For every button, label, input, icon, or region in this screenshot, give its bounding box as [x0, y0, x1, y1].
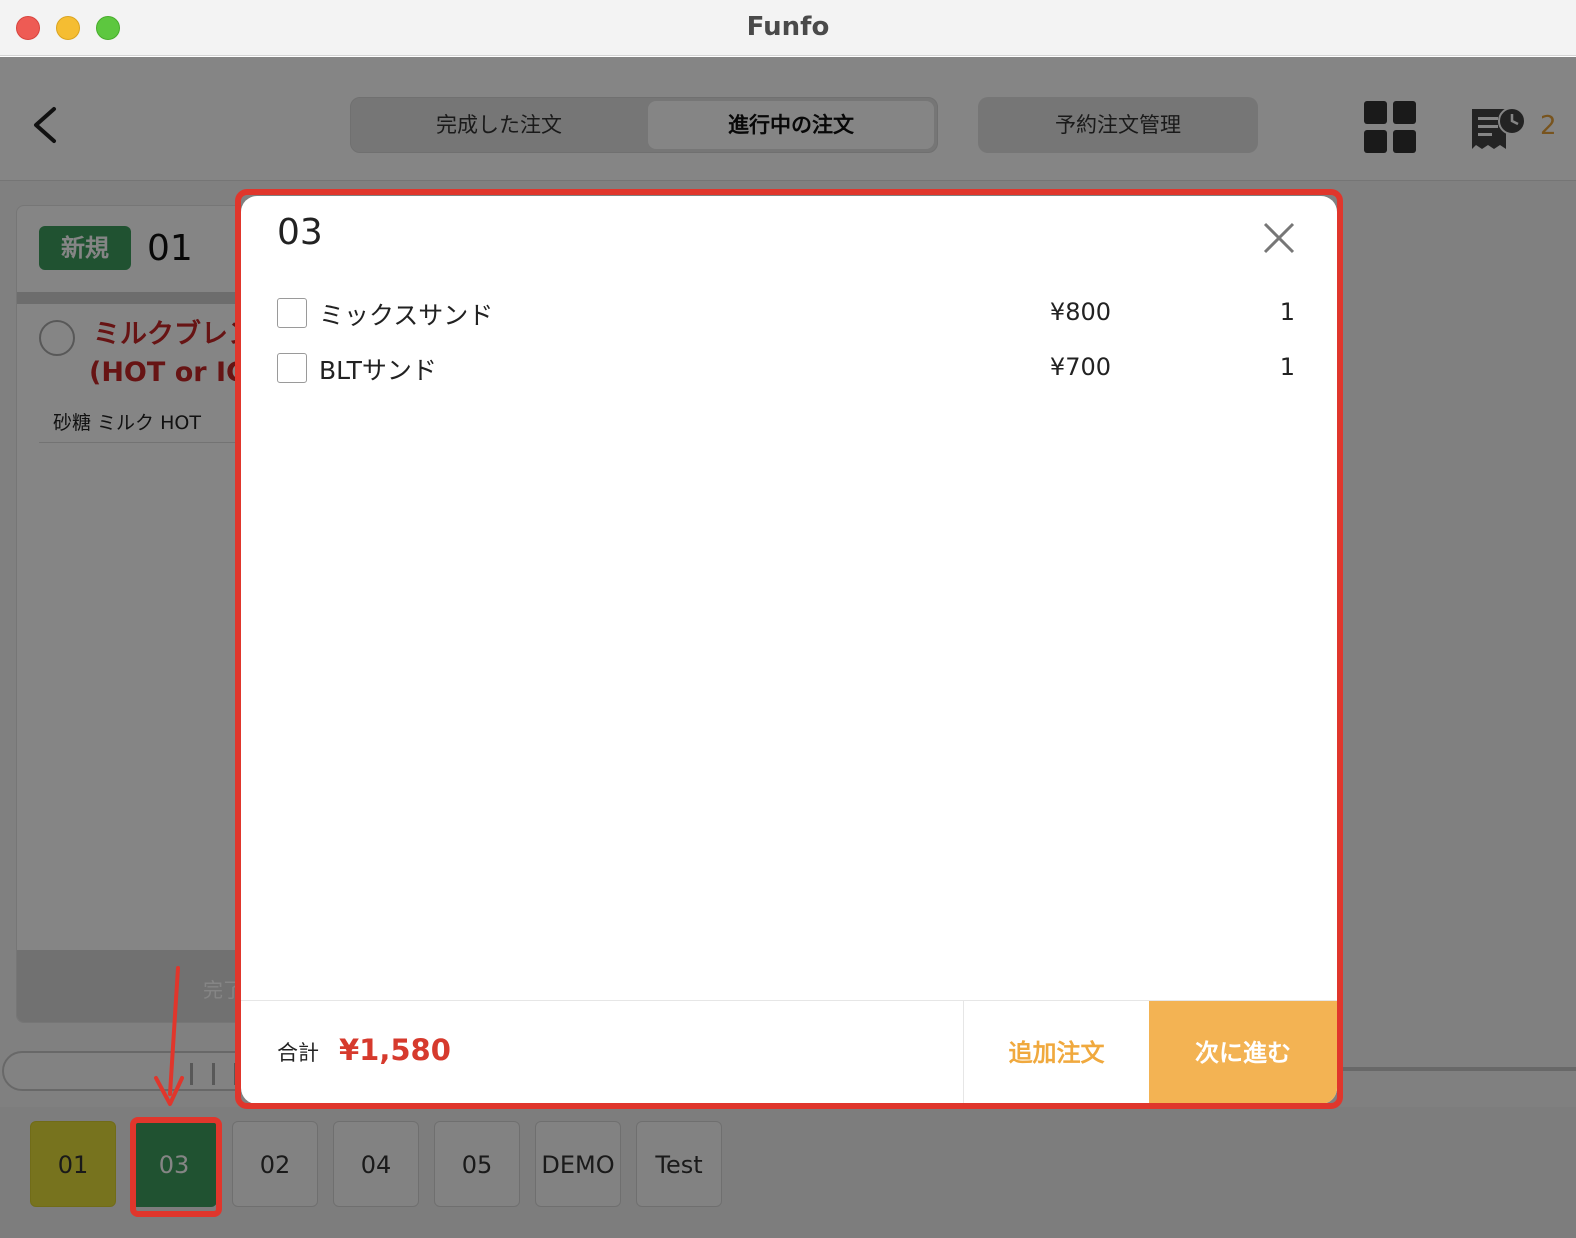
total-amount: ¥1,580	[339, 1033, 451, 1067]
window-title: Funfo	[746, 12, 830, 42]
title-bar: Funfo	[0, 0, 1576, 56]
modal-title: 03	[277, 212, 323, 253]
item-quantity: 1	[1279, 353, 1295, 381]
annotation-arrow-icon	[154, 966, 184, 1106]
item-price: ¥800	[1049, 298, 1111, 326]
item-checkbox[interactable]	[277, 298, 307, 328]
annotation-highlight-table	[130, 1117, 222, 1217]
add-order-button[interactable]: 追加注文	[963, 1001, 1149, 1104]
list-item: BLTサンド ¥700 1	[277, 349, 1301, 389]
item-quantity: 1	[1279, 298, 1295, 326]
close-icon[interactable]	[1261, 220, 1297, 256]
modal-footer: 合計 ¥1,580 追加注文 次に進む	[241, 1000, 1337, 1104]
order-detail-modal: 03 ミックスサンド ¥800 1 BLTサンド ¥700 1 合計 ¥1,58…	[241, 196, 1337, 1104]
item-checkbox[interactable]	[277, 353, 307, 383]
item-name: ミックスサンド	[319, 301, 494, 330]
next-step-button[interactable]: 次に進む	[1149, 1001, 1337, 1104]
item-name: BLTサンド	[319, 356, 437, 385]
total-label: 合計	[277, 1041, 319, 1065]
list-item: ミックスサンド ¥800 1	[277, 294, 1301, 334]
item-price: ¥700	[1049, 353, 1111, 381]
